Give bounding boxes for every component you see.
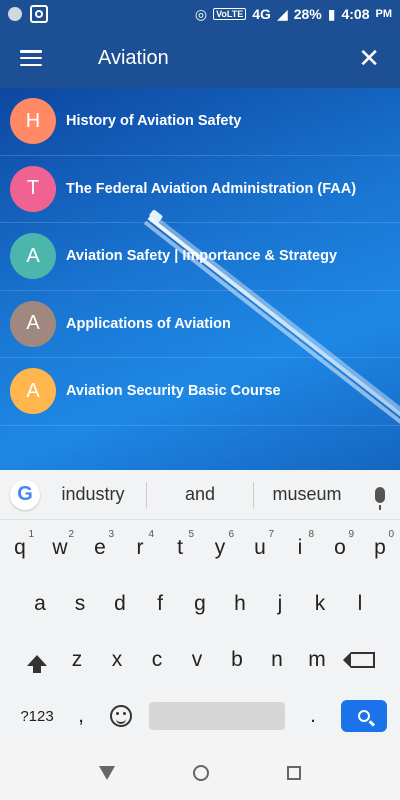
key-x[interactable]: x (97, 637, 137, 683)
key-u[interactable]: u7 (240, 525, 280, 571)
key-row-1: q1 w2 e3 r4 t5 y6 u7 i8 o9 p0 (0, 520, 400, 576)
key-e[interactable]: e3 (80, 525, 120, 571)
key-b[interactable]: b (217, 637, 257, 683)
key-j[interactable]: j (260, 581, 300, 627)
soft-keyboard: G industry and museum q1 w2 e3 r4 t5 y6 … (0, 470, 400, 746)
suggestion-bar: G industry and museum (0, 470, 400, 520)
search-key[interactable] (341, 700, 387, 732)
suggestion-1[interactable]: industry (40, 484, 146, 505)
shift-icon (27, 654, 47, 673)
key-t[interactable]: t5 (160, 525, 200, 571)
battery-percent: 28% (293, 6, 322, 22)
google-logo-icon[interactable]: G (10, 479, 40, 510)
signal-icon: ◢ (276, 5, 288, 22)
hotspot-icon: ◎ (194, 5, 208, 22)
period-key[interactable]: . (293, 693, 333, 739)
key-c[interactable]: c (137, 637, 177, 683)
search-icon (358, 710, 370, 722)
key-h[interactable]: h (220, 581, 260, 627)
shift-key[interactable] (17, 637, 57, 683)
key-row-3: z x c v b n m (0, 632, 400, 688)
battery-icon: ▮ (327, 5, 336, 22)
list-item-label: Applications of Aviation (66, 315, 231, 332)
list-item[interactable]: A Applications of Aviation (0, 291, 400, 358)
backspace-key[interactable] (343, 637, 383, 683)
suggestion-2[interactable]: and (147, 484, 253, 505)
key-s[interactable]: s (60, 581, 100, 627)
topic-list: H History of Aviation Safety T The Feder… (0, 88, 400, 426)
menu-icon[interactable] (20, 50, 42, 66)
notification-icon (8, 7, 22, 21)
key-p[interactable]: p0 (360, 525, 400, 571)
key-r[interactable]: r4 (120, 525, 160, 571)
avatar: A (10, 368, 56, 415)
space-bar[interactable] (149, 702, 285, 730)
list-item[interactable]: T The Federal Aviation Administration (F… (0, 156, 400, 223)
avatar: A (10, 233, 56, 280)
volte-indicator: VoLTE (213, 8, 247, 20)
list-item[interactable]: A Aviation Safety | Importance & Strateg… (0, 223, 400, 291)
close-icon[interactable]: ✕ (358, 45, 380, 71)
back-icon[interactable] (99, 766, 115, 780)
list-item-label: Aviation Security Basic Course (66, 383, 281, 400)
app-bar: Aviation ✕ (0, 28, 400, 88)
key-g[interactable]: g (180, 581, 220, 627)
key-z[interactable]: z (57, 637, 97, 683)
home-icon[interactable] (193, 765, 209, 781)
clock: 4:08 (341, 6, 370, 22)
list-item[interactable]: H History of Aviation Safety (0, 88, 400, 156)
backspace-icon (343, 652, 375, 668)
page-title: Aviation (98, 46, 169, 69)
key-l[interactable]: l (340, 581, 380, 627)
key-o[interactable]: o9 (320, 525, 360, 571)
avatar: H (10, 98, 56, 145)
avatar: T (10, 165, 56, 212)
key-v[interactable]: v (177, 637, 217, 683)
key-q[interactable]: q1 (0, 525, 40, 571)
key-k[interactable]: k (300, 581, 340, 627)
key-w[interactable]: w2 (40, 525, 80, 571)
symbols-key[interactable]: ?123 (13, 693, 61, 739)
system-nav-bar (0, 746, 400, 800)
emoji-icon (110, 705, 132, 727)
key-row-2: a s d f g h j k l (0, 576, 400, 632)
key-m[interactable]: m (297, 637, 337, 683)
list-item[interactable]: A Aviation Security Basic Course (0, 358, 400, 426)
list-item-label: History of Aviation Safety (66, 113, 242, 130)
comma-key[interactable]: , (61, 693, 101, 739)
network-type: 4G (252, 6, 271, 22)
status-bar: ◎ VoLTE 4G ◢ 28% ▮ 4:08 PM (0, 0, 400, 28)
key-a[interactable]: a (20, 581, 60, 627)
emoji-key[interactable] (101, 693, 141, 739)
key-y[interactable]: y6 (200, 525, 240, 571)
content-area: H History of Aviation Safety T The Feder… (0, 88, 400, 470)
list-item-label: Aviation Safety | Importance & Strategy (66, 248, 338, 265)
key-n[interactable]: n (257, 637, 297, 683)
key-i[interactable]: i8 (280, 525, 320, 571)
recent-apps-icon[interactable] (287, 766, 301, 780)
key-d[interactable]: d (100, 581, 140, 627)
app-notification-icon (30, 5, 48, 23)
avatar: A (10, 300, 56, 347)
microphone-icon[interactable] (360, 486, 400, 510)
key-row-4: ?123 , . (0, 688, 400, 744)
suggestion-3[interactable]: museum (254, 484, 360, 505)
key-f[interactable]: f (140, 581, 180, 627)
clock-ampm: PM (375, 8, 393, 20)
list-item-label: The Federal Aviation Administration (FAA… (66, 180, 357, 197)
